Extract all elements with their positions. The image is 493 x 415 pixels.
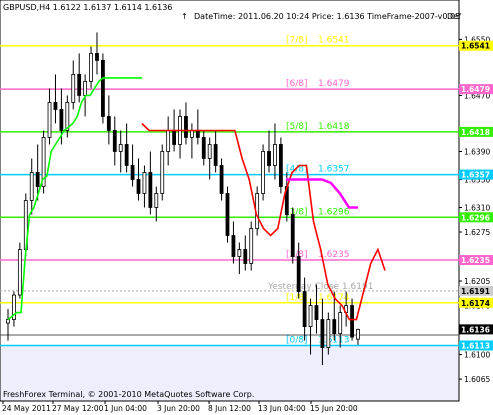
price-tag-text: 1.6479 xyxy=(461,85,490,94)
copyright-text: FreshForex Terminal, © 2001-2010 MetaQuo… xyxy=(3,390,254,399)
truncated-label: Def xyxy=(447,12,461,21)
y-tick-label: 1.6275 xyxy=(464,228,490,237)
candle-body xyxy=(83,81,88,96)
candle-body xyxy=(320,319,325,348)
candle-body xyxy=(95,53,99,61)
y-tick-label: 1.6065 xyxy=(464,375,490,384)
candle-body xyxy=(332,319,337,334)
candle-body xyxy=(326,319,331,348)
up-arrow-icon: ↑ xyxy=(181,12,188,21)
candle-body xyxy=(207,144,212,159)
candle-body xyxy=(225,193,230,236)
candle-body xyxy=(302,291,307,327)
candle-body xyxy=(124,144,129,166)
candle-body xyxy=(101,60,105,117)
candle-body xyxy=(112,130,117,152)
candle-body xyxy=(308,305,313,327)
price-tag-text: 1.6113 xyxy=(461,341,490,350)
price-chart[interactable]: [7/8] 1.6541[6/8] 1.6479[5/8] 1.6418[4/8] 1.… xyxy=(0,0,493,415)
x-tick-label: 27 May 12:00 xyxy=(52,404,104,413)
x-tick-label: 1 Jun 04:00 xyxy=(104,404,147,413)
candle-body xyxy=(148,172,153,208)
candle-body xyxy=(166,130,171,152)
murrey-value-label: 1.6479 xyxy=(318,79,350,89)
candle-body xyxy=(338,312,343,334)
candle-body xyxy=(142,172,147,194)
symbol-ohlc: GBPUSD,H4 1.6122 1.6137 1.6114 1.6136 xyxy=(3,3,172,12)
candle-body xyxy=(213,144,218,166)
candle-body xyxy=(136,179,141,194)
price-tag-text: 1.6357 xyxy=(461,171,490,180)
murrey-fraction-label: [2/8] xyxy=(286,250,308,260)
y-tick-label: 1.6205 xyxy=(464,277,490,286)
x-tick-label: 8 Jun 12:00 xyxy=(208,404,251,413)
candle-body xyxy=(6,319,10,324)
candle-body xyxy=(267,151,271,166)
candle-body xyxy=(160,151,165,194)
candle-body xyxy=(249,228,254,264)
candle-body xyxy=(29,172,34,201)
murrey-fraction-label: [5/8] xyxy=(286,122,308,132)
candle-body xyxy=(89,53,93,82)
candle-body xyxy=(243,249,248,264)
price-tag-text: 1.6418 xyxy=(461,128,490,137)
candle-body xyxy=(154,193,159,208)
murrey-value-label: 1.6357 xyxy=(318,165,350,175)
candle-body xyxy=(278,144,283,187)
y-tick-label: 1.6100 xyxy=(464,351,490,360)
murrey-value-label: 1.6418 xyxy=(318,122,350,132)
candle-body xyxy=(35,172,40,187)
candle-body xyxy=(71,74,76,103)
x-tick-label: 3 Jun 20:00 xyxy=(157,404,200,413)
candle-body xyxy=(184,116,188,138)
x-tick-label: 24 May 2011 xyxy=(2,404,51,413)
candle-body xyxy=(106,116,111,131)
y-tick-label: 1.6390 xyxy=(464,147,490,156)
candle-body xyxy=(219,165,224,194)
candle-body xyxy=(314,305,319,320)
candle-body xyxy=(231,235,236,257)
candle-body xyxy=(195,130,200,138)
x-tick-label: 13 Jun 04:00 xyxy=(258,404,306,413)
candle-body xyxy=(172,130,177,145)
current-price-tag-text: 1.6136 xyxy=(461,325,490,334)
price-tag-text: 1.6174 xyxy=(461,299,490,308)
yesterday-close-tag-text: 1.6191 xyxy=(461,287,490,296)
candle-body xyxy=(130,165,135,180)
candle-body xyxy=(290,214,295,257)
candle-body xyxy=(47,102,52,138)
candle-body xyxy=(201,137,206,159)
candle-body xyxy=(77,74,82,96)
murrey-fraction-label: [6/8] xyxy=(286,79,308,89)
murrey-value-label: 1.6541 xyxy=(318,36,350,46)
price-tag-text: 1.6235 xyxy=(461,256,490,265)
datetime-info: DateTime: 2011.06.20 10:24 Price: 1.6136… xyxy=(194,12,460,21)
murrey-value-label: 1.6296 xyxy=(318,207,350,217)
price-tag-text: 1.6541 xyxy=(461,42,490,51)
candle-body xyxy=(296,256,301,292)
candle-body xyxy=(53,102,58,110)
candle-body xyxy=(189,130,194,138)
candle-body xyxy=(356,328,360,340)
murrey-fraction-label: [3/8] xyxy=(286,207,308,217)
price-tag-text: 1.6296 xyxy=(461,213,490,222)
candle-body xyxy=(237,249,242,257)
y-tick-label: 1.6310 xyxy=(464,204,490,213)
murrey-fraction-label: [7/8] xyxy=(286,36,308,46)
candle-body xyxy=(261,151,265,194)
yesterday-close-label: Yesterday Close 1.6191 xyxy=(267,282,373,292)
candle-body xyxy=(350,305,354,338)
candle-body xyxy=(118,144,123,152)
candle-body xyxy=(273,144,277,166)
x-tick-label: 15 Jun 20:00 xyxy=(310,404,358,413)
candle-body xyxy=(59,109,64,131)
candle-body xyxy=(17,249,22,296)
